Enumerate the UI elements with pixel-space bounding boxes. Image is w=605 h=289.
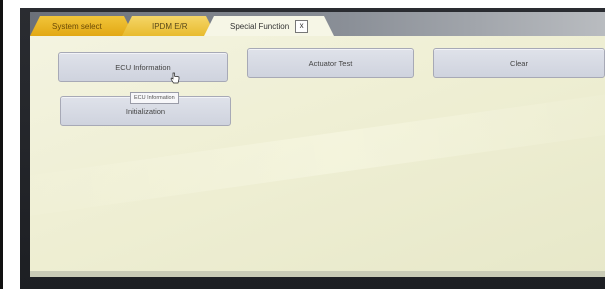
button-label: Actuator Test bbox=[308, 58, 353, 68]
tab-bar: System select IPDM E/R Special Function … bbox=[30, 12, 605, 36]
button-label: Initialization bbox=[125, 106, 166, 116]
screen: System select IPDM E/R Special Function … bbox=[30, 12, 605, 277]
close-icon[interactable]: x bbox=[295, 20, 308, 33]
actuator-test-button[interactable]: Actuator Test bbox=[247, 48, 414, 78]
tab-special-function[interactable]: Special Function x bbox=[204, 16, 334, 36]
ecu-information-button[interactable]: ECU Information bbox=[58, 52, 228, 82]
screen-bottom-strip bbox=[30, 271, 605, 277]
tab-label: IPDM E/R bbox=[152, 21, 188, 31]
tab-ipdm-er[interactable]: IPDM E/R bbox=[122, 16, 216, 36]
button-label: ECU Information bbox=[115, 62, 171, 72]
tab-label: System select bbox=[52, 21, 102, 31]
photo-edge bbox=[0, 0, 3, 289]
tab-label: Special Function bbox=[230, 21, 290, 31]
tooltip: ECU Information bbox=[130, 92, 179, 104]
button-label: Clear bbox=[510, 58, 528, 68]
hand-cursor-icon bbox=[170, 72, 180, 84]
tab-system-select[interactable]: System select bbox=[30, 16, 134, 36]
clear-button[interactable]: Clear bbox=[433, 48, 605, 78]
tooltip-text: ECU Information bbox=[134, 95, 175, 101]
